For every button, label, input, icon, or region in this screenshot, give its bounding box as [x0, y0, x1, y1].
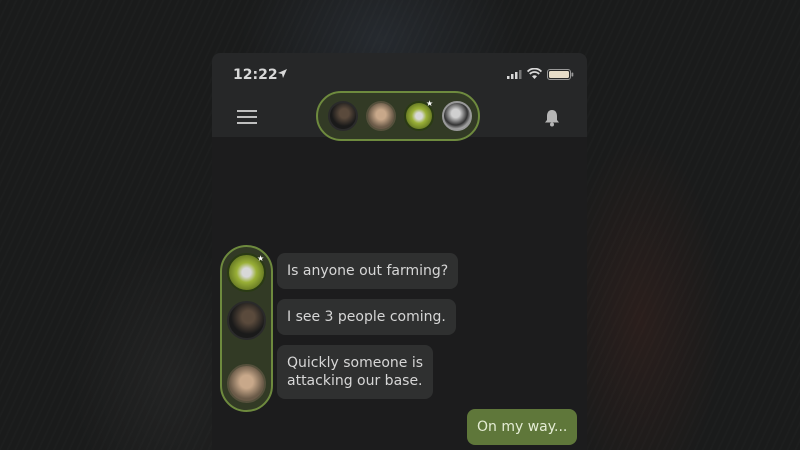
my-message-bubble: On my way...: [467, 409, 578, 445]
star-badge: ★: [426, 99, 434, 108]
location-arrow-icon: [278, 69, 287, 78]
signal-icon: [507, 70, 522, 79]
message-text: attacking our base.: [287, 373, 423, 389]
star-badge: ★: [257, 254, 265, 263]
phone-screen: 12:22 ★ ★ Is anyone out farming? I see 3…: [212, 53, 587, 450]
message-text: Is anyone out farming?: [287, 263, 449, 279]
sender-avatar[interactable]: [227, 301, 266, 340]
wifi-icon: [527, 68, 542, 79]
menu-icon[interactable]: [237, 110, 257, 124]
participant-avatar[interactable]: [366, 101, 396, 131]
participant-avatar[interactable]: [442, 101, 472, 131]
message-text: I see 3 people coming.: [287, 309, 446, 325]
bell-icon[interactable]: [543, 109, 561, 127]
participant-avatar[interactable]: [328, 101, 358, 131]
status-time: 12:22: [233, 67, 278, 83]
message-text: Quickly someone is: [287, 355, 424, 371]
message-text: On my way...: [477, 419, 568, 435]
participants-bar[interactable]: ★: [316, 91, 480, 141]
sender-avatars: ★: [220, 245, 273, 412]
sender-avatar[interactable]: [227, 364, 266, 403]
message-bubble: Quickly someone is attacking our base.: [277, 345, 434, 399]
message-bubble: I see 3 people coming.: [277, 299, 456, 335]
message-bubble: Is anyone out farming?: [277, 253, 459, 289]
battery-icon: [547, 69, 574, 80]
